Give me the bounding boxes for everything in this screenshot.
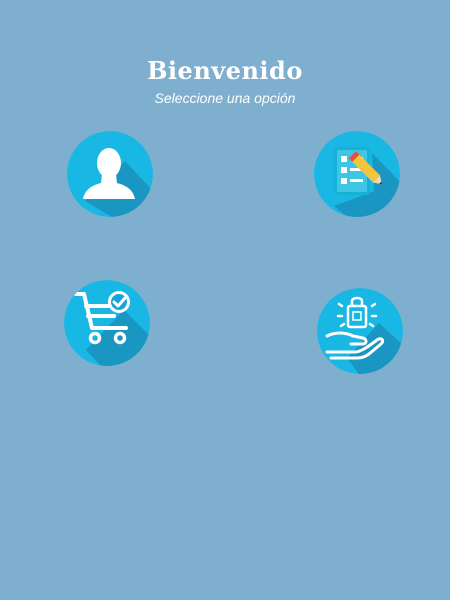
hand-shopping-bag-icon <box>317 288 403 374</box>
shopping-cart-check-icon <box>64 280 150 366</box>
checklist-edit-icon <box>314 131 400 217</box>
welcome-title: Bienvenido <box>147 56 303 85</box>
delivery-option-button[interactable] <box>317 288 403 374</box>
select-option-subtitle: Seleccione una opción <box>154 90 296 106</box>
cart-option-button[interactable] <box>64 280 150 366</box>
user-option-button[interactable] <box>67 131 153 217</box>
user-icon <box>67 131 153 217</box>
checklist-option-button[interactable] <box>314 131 400 217</box>
